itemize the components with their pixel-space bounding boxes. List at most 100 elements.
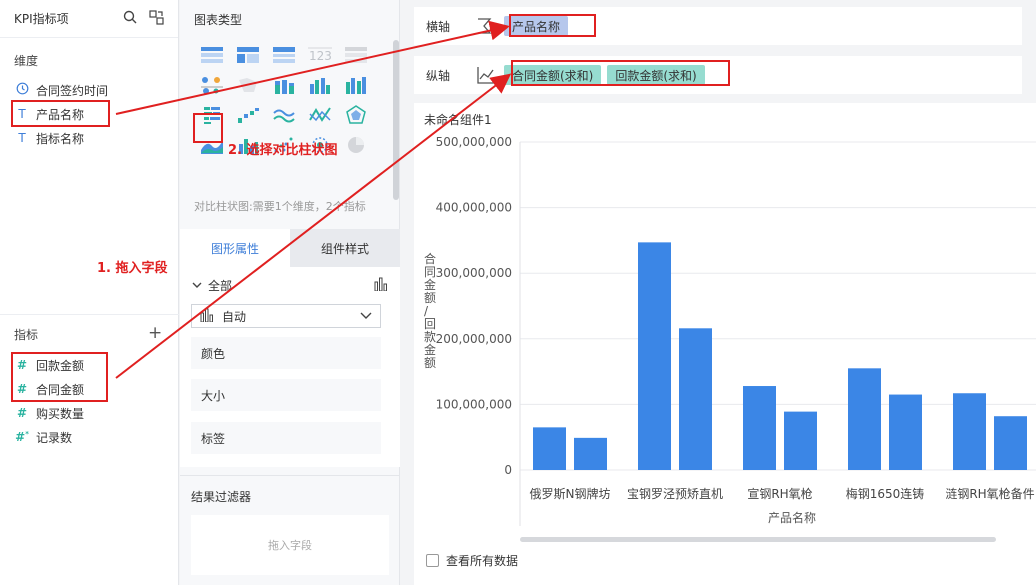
dot-map-icon[interactable] [194, 70, 230, 100]
x-tick-label: 宣钢RH氧枪 [747, 486, 812, 501]
x-tick-label: 宝钢罗泾预矫直机 [627, 486, 723, 501]
grouped-bar-icon[interactable] [338, 70, 374, 100]
annotation-step2: 2. 选择对比柱状图 [228, 143, 338, 158]
polyline-icon[interactable] [302, 100, 338, 130]
chart-subtype-select[interactable]: 自动 [191, 304, 381, 328]
chevron-down-icon [360, 309, 372, 324]
svg-text:123: 123 [309, 49, 332, 63]
bar-series-2[interactable] [574, 437, 607, 470]
highlight-box-chart-type [193, 113, 223, 143]
annotation-step1: 1. 拖入字段 [97, 261, 168, 276]
y-axis-title-char: 同 [424, 265, 436, 279]
all-series-row[interactable]: 全部 [192, 277, 388, 294]
highlight-box-x-axis [509, 14, 596, 37]
bar-series-1[interactable] [953, 393, 986, 470]
measure-field-record-count[interactable]: #* 记录数 [0, 425, 179, 449]
cross-table-icon[interactable] [266, 40, 302, 70]
clock-icon [14, 82, 30, 98]
measures-title: 指标 [14, 328, 39, 342]
y-axis-title-char: 额 [424, 356, 436, 370]
color-property[interactable]: 颜色 [191, 337, 381, 369]
y-axis-icon [468, 66, 504, 84]
all-label: 全部 [208, 279, 233, 293]
graphic-properties-panel: 全部 自动 颜色 大小 标签 [180, 267, 400, 467]
switch-dataset-icon[interactable] [149, 9, 164, 28]
dimension-field-contract-date[interactable]: 合同签约时间 [0, 78, 179, 102]
view-all-data-checkbox[interactable] [426, 554, 439, 567]
kpi-number-icon[interactable]: 123 [302, 40, 338, 70]
bar-series-1[interactable] [743, 386, 776, 470]
y-axis-title-char: / [424, 304, 429, 318]
field-panel-header: KPI指标项 [0, 0, 178, 38]
result-filter-title: 结果过滤器 [191, 490, 252, 504]
y-axis-title-char: 金 [424, 342, 436, 357]
highlight-box-measure-fields [11, 352, 108, 402]
dataset-title: KPI指标项 [14, 12, 69, 26]
calc-number-icon: #* [15, 430, 29, 444]
size-property[interactable]: 大小 [191, 379, 381, 411]
field-label: 合同签约时间 [36, 83, 109, 98]
bar-series-2[interactable] [679, 328, 712, 470]
dimension-field-metric-name[interactable]: T 指标名称 [0, 126, 179, 150]
region-map-icon[interactable] [230, 70, 266, 100]
y-axis-label: 纵轴 [426, 68, 451, 83]
highlight-box-product-field [11, 100, 110, 127]
label-property[interactable]: 标签 [191, 422, 381, 454]
chart-types-title: 图表类型 [194, 13, 243, 27]
bar-chart-icon [374, 277, 388, 294]
highlight-box-y-axis [511, 60, 730, 86]
field-label: 记录数 [36, 430, 73, 445]
waterfall-icon[interactable] [230, 100, 266, 130]
y-axis-title-char: 额 [424, 291, 436, 305]
compare-bar-chart: 0 100,000,000 200,000,000 300,000,000 400,00… [424, 135, 1036, 526]
dimensions-title: 维度 [14, 54, 39, 68]
measure-field-quantity[interactable]: # 购买数量 [0, 401, 179, 425]
radar-icon[interactable] [338, 100, 374, 130]
y-tick-label: 0 [504, 463, 512, 477]
property-tabs: 图形属性 组件样式 [180, 229, 400, 267]
chart-horizontal-scrollbar[interactable] [520, 537, 996, 542]
bar-series-1[interactable] [848, 368, 881, 470]
stacked-bar-icon[interactable] [266, 70, 302, 100]
x-axis-label: 横轴 [426, 19, 451, 34]
bar-series-2[interactable] [994, 416, 1027, 470]
x-axis-row: 横轴 产品名称 [414, 7, 1022, 45]
detail-table-icon[interactable] [338, 40, 374, 70]
tab-graphic-properties[interactable]: 图形属性 [180, 229, 290, 267]
search-icon[interactable] [123, 10, 137, 27]
y-tick-label: 400,000,000 [436, 201, 512, 215]
y-tick-label: 200,000,000 [436, 332, 512, 346]
bar-series-1[interactable] [533, 427, 566, 470]
chart-type-description: 对比柱状图:需要1个维度，2个指标 [194, 200, 366, 213]
bar-chart-icon [200, 308, 214, 325]
pie-chart-icon[interactable] [338, 130, 374, 160]
field-panel: KPI指标项 维度 合同签约时间 T 产品名称 T 指标名称 指标 + # 回款… [0, 0, 179, 585]
x-tick-label: 梅钢1650连铸 [846, 486, 925, 501]
y-axis-title-char: 合 [424, 251, 436, 266]
multi-bar-icon[interactable] [302, 70, 338, 100]
chevron-down-icon [192, 279, 202, 293]
view-all-data-label: 查看所有数据 [446, 554, 519, 568]
view-all-data-row[interactable]: 查看所有数据 [426, 552, 518, 569]
x-tick-label: 涟钢RH氧枪备件 [945, 486, 1034, 501]
table-chart-icon[interactable] [194, 40, 230, 70]
chart-type-scrollbar[interactable] [393, 40, 399, 200]
add-icon[interactable]: + [148, 323, 162, 343]
x-axis-icon [468, 17, 504, 35]
grouped-table-icon[interactable] [230, 40, 266, 70]
result-filter-dropzone[interactable]: 拖入字段 [191, 515, 389, 575]
y-axis-title-char: 款 [424, 330, 436, 344]
line-chart-icon[interactable] [266, 100, 302, 130]
y-axis-title-char: 金 [424, 277, 436, 292]
chart-card: 未命名组件1 0 100,000,000 200,000,000 300,000,00… [414, 103, 1036, 585]
bar-series-2[interactable] [889, 394, 922, 470]
y-axis-title-char: 回 [424, 317, 436, 331]
tab-component-style[interactable]: 组件样式 [290, 229, 400, 267]
field-label: 指标名称 [36, 131, 85, 146]
x-axis-title: 产品名称 [768, 510, 816, 525]
y-tick-label: 100,000,000 [436, 397, 512, 411]
bar-series-1[interactable] [638, 242, 671, 470]
text-type-icon: T [18, 131, 26, 145]
bar-series-2[interactable] [784, 411, 817, 470]
y-tick-label: 500,000,000 [436, 135, 512, 149]
